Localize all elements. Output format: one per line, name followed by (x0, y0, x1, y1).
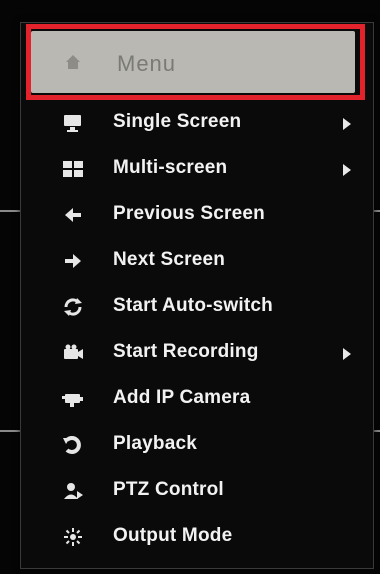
menu-item-single-screen[interactable]: Single Screen (31, 101, 361, 145)
menu-header[interactable]: Menu (31, 31, 355, 93)
menu-item-output-mode[interactable]: Output Mode (31, 515, 361, 559)
ip-camera-icon (61, 387, 85, 411)
arrow-right-icon (61, 249, 85, 273)
output-mode-icon (61, 525, 85, 549)
menu-item-playback[interactable]: Playback (31, 423, 361, 467)
context-menu: Menu Single Screen Multi-screen Previous… (20, 22, 374, 569)
menu-item-label: Single Screen (113, 111, 242, 132)
screen-background: Menu Single Screen Multi-screen Previous… (0, 0, 380, 574)
menu-item-label: Multi-screen (113, 157, 228, 178)
menu-item-label: PTZ Control (113, 479, 224, 500)
menu-item-start-recording[interactable]: Start Recording (31, 331, 361, 375)
menu-item-ptz-control[interactable]: PTZ Control (31, 469, 361, 513)
menu-item-label: Start Auto-switch (113, 295, 273, 316)
submenu-arrow-icon (343, 164, 351, 176)
auto-switch-icon (61, 295, 85, 319)
menu-item-add-ip-camera[interactable]: Add IP Camera (31, 377, 361, 421)
menu-item-start-auto-switch[interactable]: Start Auto-switch (31, 285, 361, 329)
single-screen-icon (61, 111, 85, 135)
menu-item-label: Output Mode (113, 525, 233, 546)
recording-icon (61, 341, 85, 365)
multi-screen-icon (61, 157, 85, 181)
background-line (0, 430, 20, 432)
background-line (0, 210, 20, 212)
arrow-left-icon (61, 203, 85, 227)
menu-item-label: Previous Screen (113, 203, 265, 224)
submenu-arrow-icon (343, 118, 351, 130)
menu-header-label: Menu (117, 51, 177, 76)
menu-item-previous-screen[interactable]: Previous Screen (31, 193, 361, 237)
ptz-icon (61, 479, 85, 503)
menu-item-label: Add IP Camera (113, 387, 251, 408)
menu-item-next-screen[interactable]: Next Screen (31, 239, 361, 283)
menu-item-label: Playback (113, 433, 197, 454)
home-icon (64, 53, 82, 71)
menu-item-label: Start Recording (113, 341, 259, 362)
menu-item-label: Next Screen (113, 249, 226, 270)
submenu-arrow-icon (343, 348, 351, 360)
menu-item-multi-screen[interactable]: Multi-screen (31, 147, 361, 191)
playback-icon (61, 433, 85, 457)
